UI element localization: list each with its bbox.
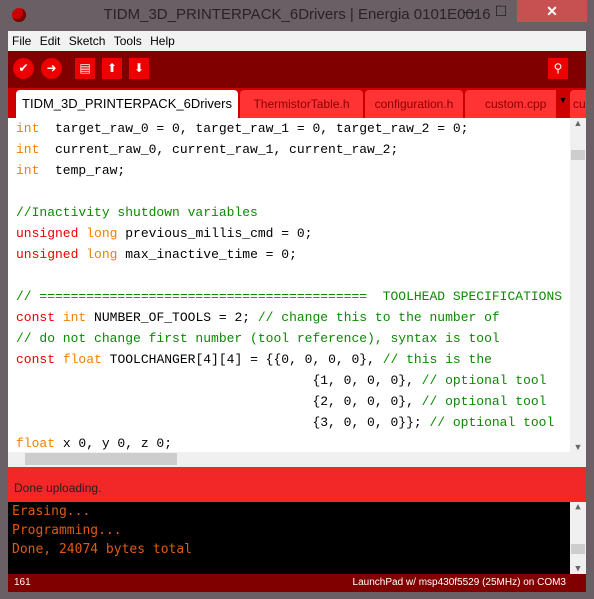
code-token: TOOLCHANGER[4][4] = {{0, 0, 0, 0}, bbox=[101, 352, 383, 367]
scroll-up-icon[interactable]: ▲ bbox=[570, 118, 586, 128]
board-info: LaunchPad w/ msp430f5529 (25MHz) on COM3 bbox=[352, 577, 566, 588]
status-bar: Done uploading. bbox=[8, 468, 586, 502]
status-message: Done uploading. bbox=[14, 481, 102, 495]
code-comment: // optional tool bbox=[429, 415, 555, 430]
menu-file[interactable]: File bbox=[8, 31, 31, 48]
scroll-down-icon[interactable]: ▼ bbox=[570, 564, 586, 574]
scroll-down-icon[interactable]: ▼ bbox=[570, 442, 586, 452]
code-comment: // do not change first number (tool refe… bbox=[16, 331, 500, 346]
code-line: //Inactivity shutdown variables bbox=[16, 202, 570, 223]
toolbar: ✔ ➜ ▤ ⬆ ⬇ ⚲ bbox=[8, 51, 586, 88]
menu-edit[interactable]: Edit bbox=[36, 31, 61, 48]
code-token: {2, 0, 0, 0}, bbox=[16, 394, 422, 409]
code-comment: //Inactivity shutdown variables bbox=[16, 205, 258, 220]
code-keyword: unsigned bbox=[16, 247, 79, 262]
code-keyword: int bbox=[16, 163, 40, 178]
code-line: const int NUMBER_OF_TOOLS = 2; // change… bbox=[16, 307, 570, 328]
tab-custom-cpp[interactable]: custom.cpp bbox=[465, 90, 565, 118]
code-token: previous_millis_cmd = 0; bbox=[117, 226, 313, 241]
code-line: // =====================================… bbox=[16, 286, 570, 307]
code-keyword: long bbox=[86, 226, 118, 241]
code-line: float x 0, y 0, z 0; bbox=[16, 433, 570, 452]
console-scrollbar[interactable]: ▲ ▼ bbox=[570, 502, 586, 574]
code-line: int target_raw_0 = 0, target_raw_1 = 0, … bbox=[16, 118, 570, 139]
console-line: Programming... bbox=[12, 523, 122, 538]
title-bar: TIDM_3D_PRINTERPACK_6Drivers | Energia 0… bbox=[0, 0, 594, 32]
code-keyword: float bbox=[16, 436, 56, 451]
line-number: 161 bbox=[14, 577, 31, 588]
code-comment: // optional tool bbox=[421, 394, 547, 409]
menu-bar: File Edit Sketch Tools Help bbox=[8, 31, 586, 51]
code-token: temp_raw; bbox=[39, 163, 126, 178]
code-line: unsigned long max_inactive_time = 0; bbox=[16, 244, 570, 265]
horizontal-scroll-thumb[interactable] bbox=[25, 453, 177, 465]
menu-sketch[interactable]: Sketch bbox=[65, 31, 106, 48]
code-editor[interactable]: int target_raw_0 = 0, target_raw_1 = 0, … bbox=[8, 118, 586, 452]
code-comment: // =====================================… bbox=[16, 289, 563, 304]
code-token: x 0, y 0, z 0; bbox=[55, 436, 173, 451]
code-line: {3, 0, 0, 0}}; // optional tool bbox=[16, 412, 570, 433]
code-text[interactable]: int target_raw_0 = 0, target_raw_1 = 0, … bbox=[16, 118, 570, 452]
code-token: max_inactive_time = 0; bbox=[117, 247, 297, 262]
maximize-button[interactable]: ☐ bbox=[486, 0, 516, 22]
open-button[interactable]: ⬆ bbox=[102, 58, 122, 79]
code-line: unsigned long previous_millis_cmd = 0; bbox=[16, 223, 570, 244]
footer-bar: 161 LaunchPad w/ msp430f5529 (25MHz) on … bbox=[8, 574, 586, 592]
editor-vertical-scrollbar[interactable]: ▲ ▼ bbox=[570, 118, 586, 452]
code-comment: // change this to the number of bbox=[257, 310, 500, 325]
upload-button[interactable]: ➜ bbox=[41, 58, 62, 79]
tab-configuration[interactable]: configuration.h bbox=[365, 90, 463, 118]
verify-button[interactable]: ✔ bbox=[13, 58, 34, 79]
tab-bar: TIDM_3D_PRINTERPACK_6Drivers ThermistorT… bbox=[8, 88, 586, 118]
console-scroll-thumb[interactable] bbox=[571, 544, 585, 554]
code-token: current_raw_0, current_raw_1, current_ra… bbox=[39, 142, 399, 157]
tab-thermistortable[interactable]: ThermistorTable.h bbox=[240, 90, 363, 118]
serial-monitor-button[interactable]: ⚲ bbox=[548, 58, 568, 79]
close-button[interactable]: ✕ bbox=[517, 0, 587, 22]
code-line: int temp_raw; bbox=[16, 160, 570, 181]
scroll-up-icon[interactable]: ▲ bbox=[570, 502, 586, 512]
editor-horizontal-scrollbar[interactable] bbox=[8, 452, 586, 467]
console-output: Erasing... Programming... Done, 24074 by… bbox=[8, 502, 586, 574]
code-keyword: int bbox=[16, 121, 40, 136]
tab-menu-dropdown-icon[interactable]: ▼ bbox=[556, 88, 570, 118]
code-line: {1, 0, 0, 0}, // optional tool bbox=[16, 370, 570, 391]
code-line: int current_raw_0, current_raw_1, curren… bbox=[16, 139, 570, 160]
console-line: Done, 24074 bytes total bbox=[12, 542, 193, 557]
code-token: NUMBER_OF_TOOLS = 2; bbox=[86, 310, 258, 325]
scroll-thumb[interactable] bbox=[571, 150, 585, 160]
code-keyword: unsigned bbox=[16, 226, 79, 241]
console-line: Erasing... bbox=[12, 504, 91, 519]
new-button[interactable]: ▤ bbox=[75, 58, 95, 79]
code-line: // do not change first number (tool refe… bbox=[16, 328, 570, 349]
code-keyword: const bbox=[16, 310, 56, 325]
code-token: {1, 0, 0, 0}, bbox=[16, 373, 422, 388]
menu-tools[interactable]: Tools bbox=[110, 31, 142, 48]
code-line: {2, 0, 0, 0}, // optional tool bbox=[16, 391, 570, 412]
code-keyword: const bbox=[16, 352, 56, 367]
code-keyword: int bbox=[62, 310, 87, 325]
tab-main-sketch[interactable]: TIDM_3D_PRINTERPACK_6Drivers bbox=[16, 90, 238, 118]
menu-help[interactable]: Help bbox=[146, 31, 175, 48]
code-keyword: long bbox=[86, 247, 118, 262]
code-keyword: int bbox=[16, 142, 40, 157]
code-line: const float TOOLCHANGER[4][4] = {{0, 0, … bbox=[16, 349, 570, 370]
code-comment: // this is the bbox=[382, 352, 492, 367]
minimize-button[interactable]: — bbox=[455, 0, 485, 22]
code-token: target_raw_0 = 0, target_raw_1 = 0, targ… bbox=[39, 121, 469, 136]
tab-partial[interactable]: cu bbox=[570, 90, 586, 118]
code-keyword: float bbox=[62, 352, 102, 367]
code-token: {3, 0, 0, 0}}; bbox=[16, 415, 430, 430]
code-comment: // optional tool bbox=[421, 373, 547, 388]
save-button[interactable]: ⬇ bbox=[129, 58, 149, 79]
